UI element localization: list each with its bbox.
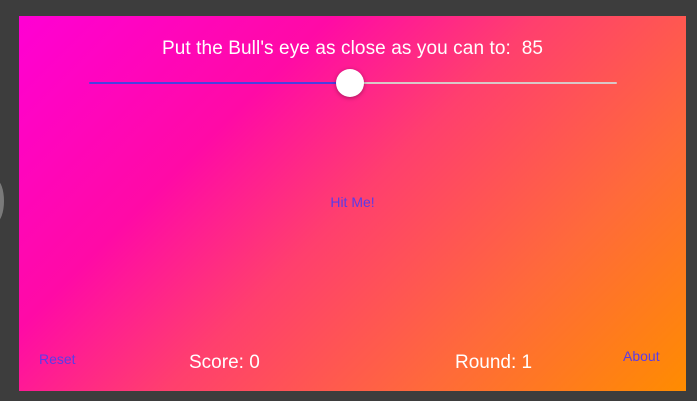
- slider-thumb[interactable]: [336, 69, 365, 97]
- round-label: Round: 1: [455, 352, 533, 373]
- hit-me-button-row: Hit Me!: [19, 194, 686, 210]
- target-instruction: Put the Bull's eye as close as you can t…: [19, 38, 686, 60]
- device-frame: Put the Bull's eye as close as you can t…: [0, 0, 697, 401]
- hit-me-button[interactable]: Hit Me!: [330, 194, 374, 210]
- slider-track-empty: [350, 82, 617, 84]
- game-screen: Put the Bull's eye as close as you can t…: [19, 16, 686, 391]
- value-slider[interactable]: [89, 68, 617, 98]
- score-label: Score: 0: [189, 352, 260, 373]
- instruction-text: Put the Bull's eye as close as you can t…: [161, 38, 517, 59]
- about-button[interactable]: About: [623, 348, 660, 364]
- reset-button[interactable]: Reset: [39, 351, 76, 367]
- device-side-button: [0, 180, 4, 222]
- target-value: 85: [521, 38, 544, 59]
- slider-track-filled: [89, 82, 351, 84]
